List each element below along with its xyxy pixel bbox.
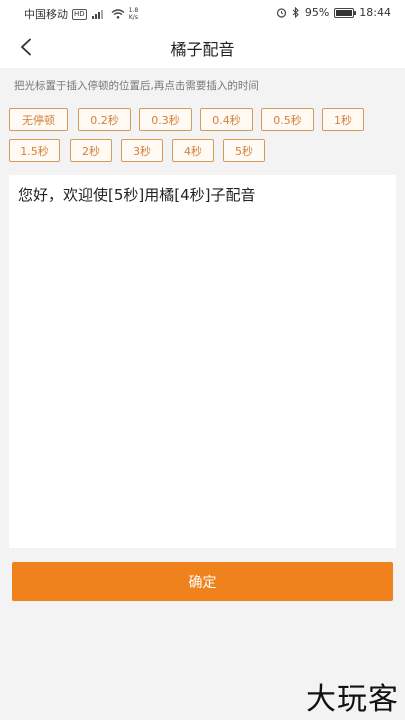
instruction-hint: 把光标置于插入停顿的位置后,再点击需要插入的时间 xyxy=(14,80,259,92)
pause-option-4s[interactable]: 4秒 xyxy=(172,139,214,162)
pause-option-0-2s[interactable]: 0.2秒 xyxy=(78,108,131,131)
script-text: 您好，欢迎使[5秒]用橘[4秒]子配音 xyxy=(18,186,256,204)
net-speed-value: 1.8 xyxy=(128,7,139,14)
nav-bar: 橘子配音 xyxy=(0,26,405,68)
pause-option-3s[interactable]: 3秒 xyxy=(121,139,163,162)
bluetooth-icon xyxy=(292,7,299,18)
confirm-button[interactable]: 确定 xyxy=(12,562,393,601)
pause-option-none[interactable]: 无停顿 xyxy=(9,108,68,131)
status-left: 中国移动 HD 1.8 K/s xyxy=(24,6,138,22)
alarm-icon xyxy=(276,8,286,18)
status-right: 95% 18:44 xyxy=(276,6,391,19)
pause-option-2s[interactable]: 2秒 xyxy=(70,139,112,162)
battery-percent: 95% xyxy=(304,6,330,19)
pause-option-1-5s[interactable]: 1.5秒 xyxy=(9,139,60,162)
status-bar: 中国移动 HD 1.8 K/s 95% 18:44 xyxy=(0,0,405,26)
pause-options-row-2: 1.5秒 2秒 3秒 4秒 5秒 xyxy=(9,139,265,162)
page-title: 橘子配音 xyxy=(170,40,235,59)
pause-option-0-5s[interactable]: 0.5秒 xyxy=(261,108,314,131)
battery-icon xyxy=(334,7,357,18)
clock: 18:44 xyxy=(359,6,391,19)
pause-option-0-3s[interactable]: 0.3秒 xyxy=(139,108,192,131)
carrier-label: 中国移动 xyxy=(24,8,68,21)
pause-options-row-1: 无停顿 0.2秒 0.3秒 0.4秒 0.5秒 1秒 xyxy=(9,108,364,131)
pause-option-1s[interactable]: 1秒 xyxy=(322,108,364,131)
pause-option-0-4s[interactable]: 0.4秒 xyxy=(200,108,253,131)
script-text-editor[interactable]: 您好，欢迎使[5秒]用橘[4秒]子配音 xyxy=(9,175,396,548)
watermark-logo: 大玩客 xyxy=(306,682,399,717)
net-speed: 1.8 K/s xyxy=(129,7,139,21)
net-speed-unit: K/s xyxy=(128,14,138,21)
signal-icon xyxy=(91,10,103,19)
pause-option-5s[interactable]: 5秒 xyxy=(223,139,265,162)
wifi-icon xyxy=(111,9,125,19)
hd-badge: HD xyxy=(72,8,87,20)
